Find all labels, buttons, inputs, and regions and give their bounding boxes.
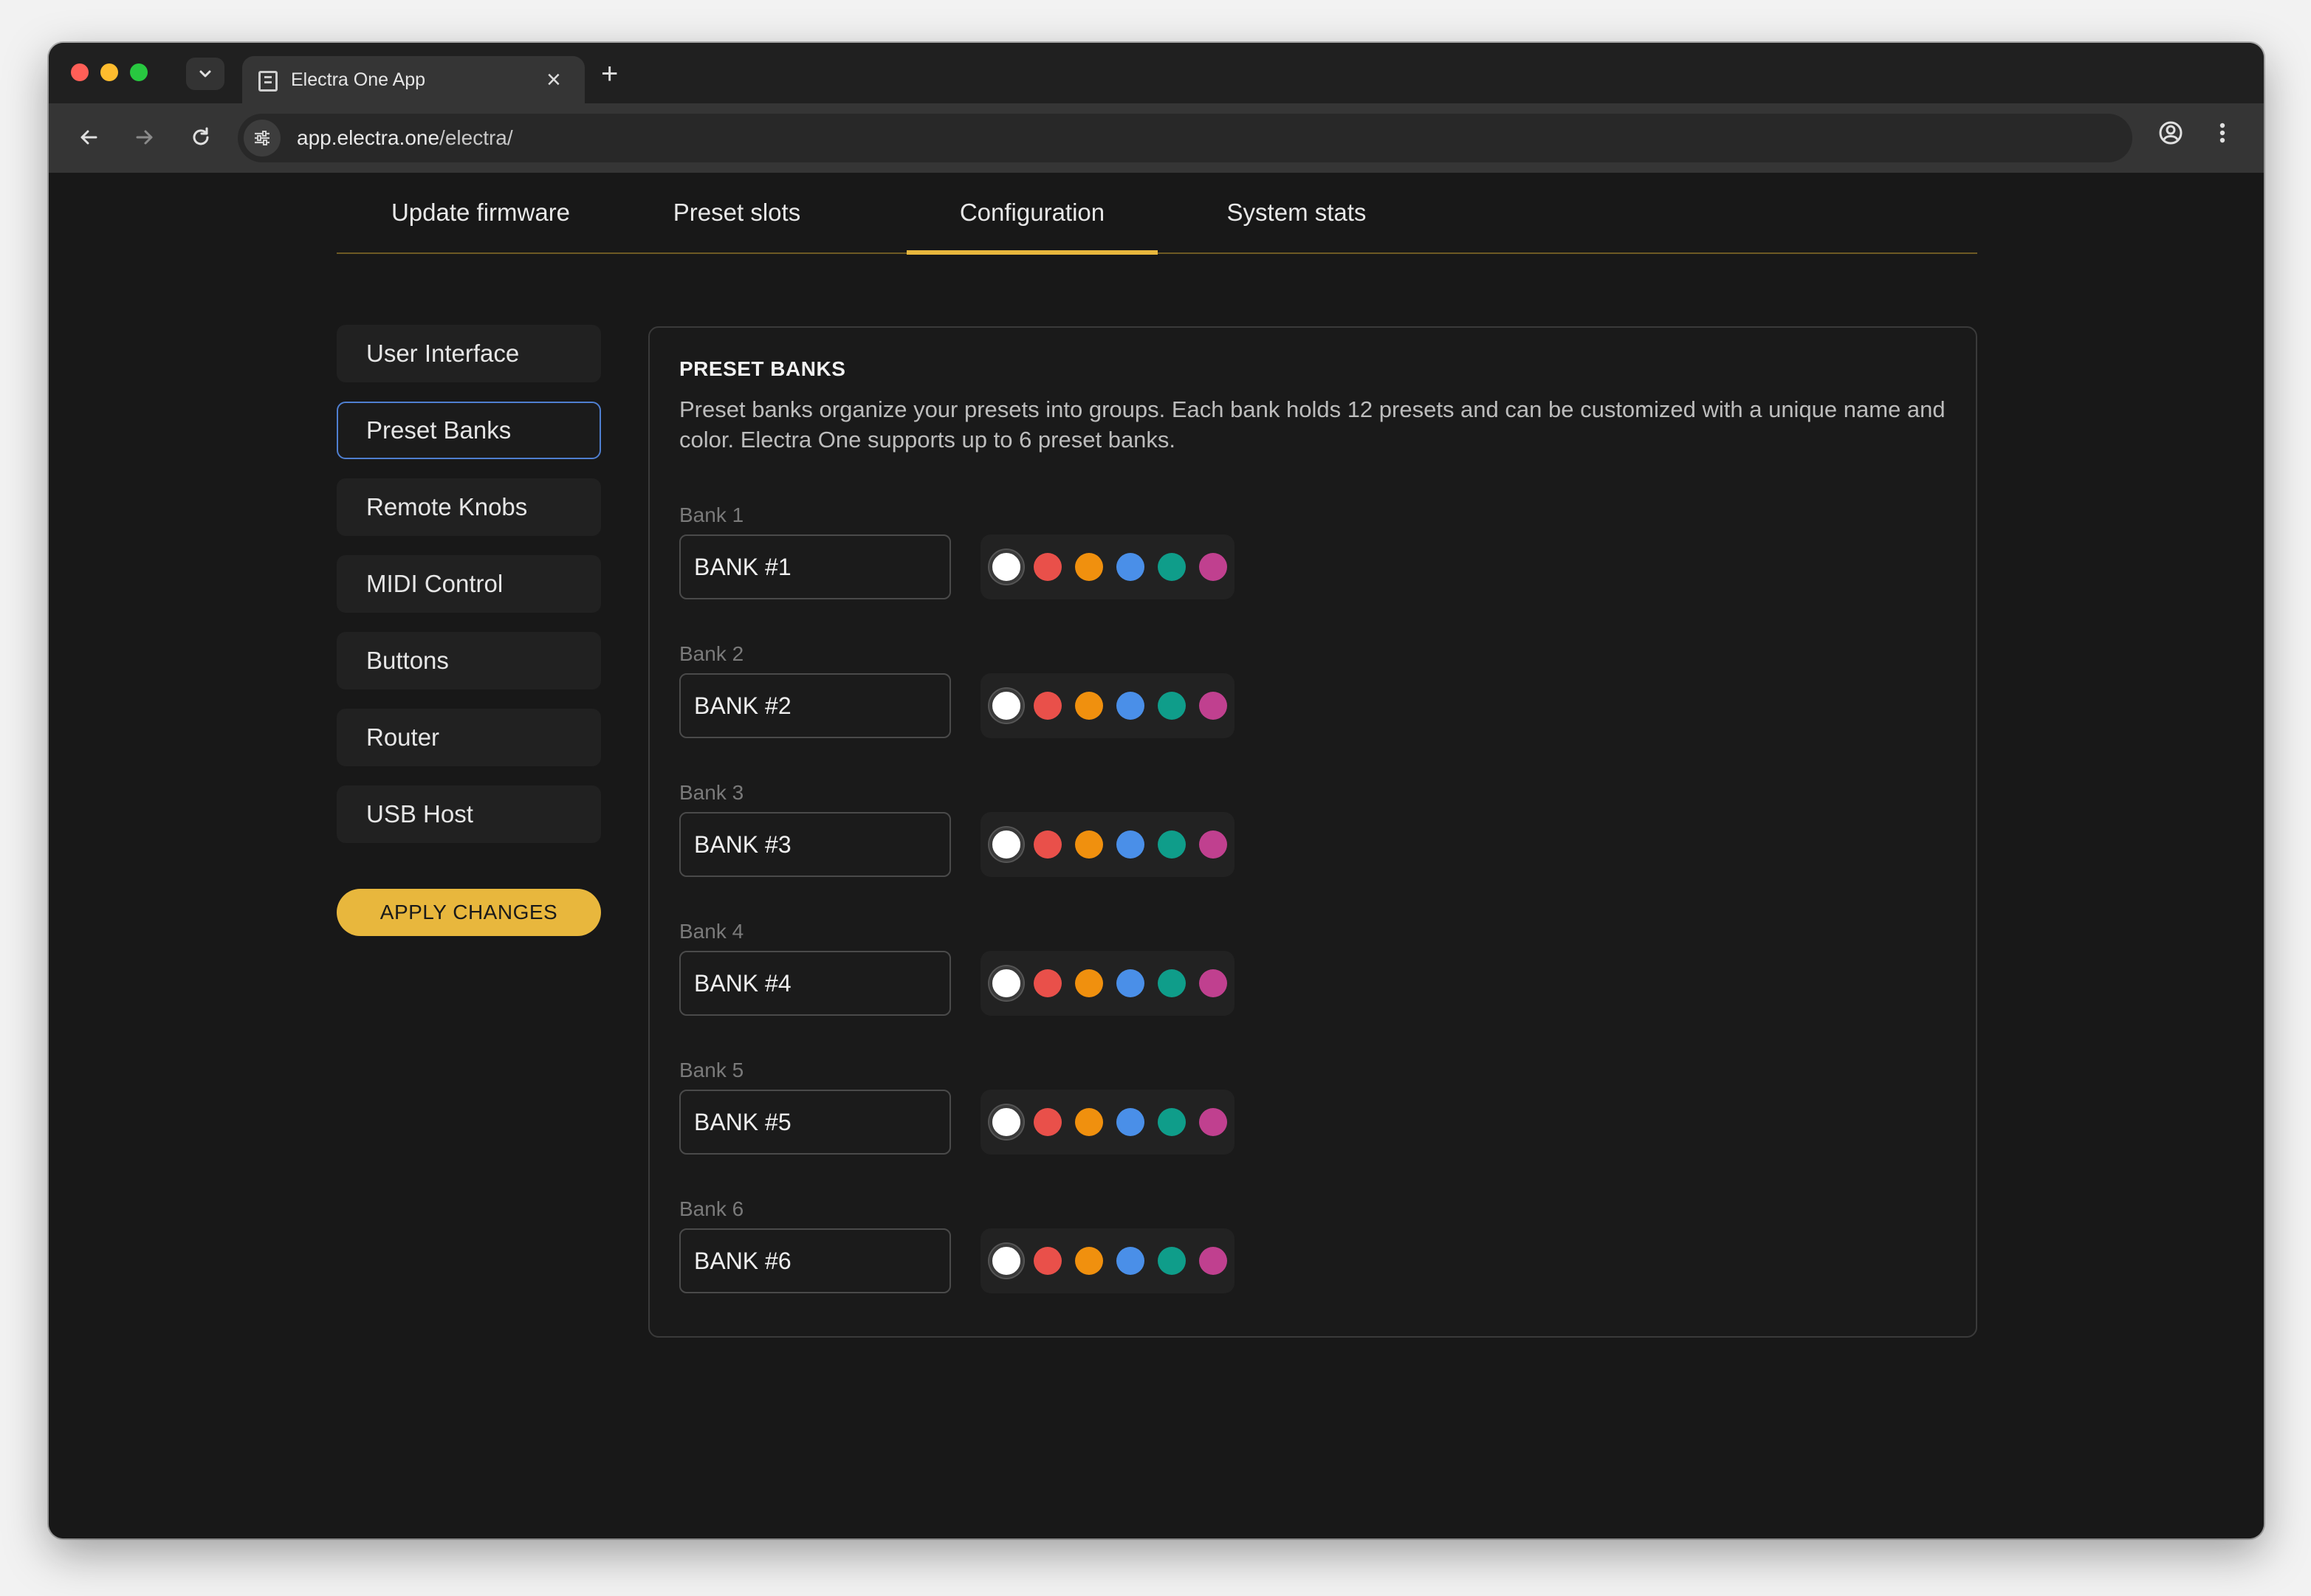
color-swatch[interactable] <box>989 966 1023 1000</box>
url-domain: app.electra.one <box>297 126 440 149</box>
color-picker <box>981 951 1235 1016</box>
browser-toolbar: app.electra.one/electra/ <box>49 103 2264 173</box>
color-swatch[interactable] <box>1116 969 1144 997</box>
color-picker <box>981 673 1235 738</box>
sidebar-item-usb-host[interactable]: USB Host <box>337 785 601 843</box>
reload-icon <box>193 127 209 145</box>
color-swatch[interactable] <box>1075 692 1103 720</box>
bank-name-input[interactable] <box>679 534 951 599</box>
color-picker <box>981 534 1235 599</box>
minimize-window-button[interactable] <box>100 63 118 81</box>
forward-button[interactable] <box>127 120 162 155</box>
color-swatch[interactable] <box>989 550 1023 584</box>
color-swatch[interactable] <box>1034 1247 1062 1275</box>
color-swatch[interactable] <box>1116 830 1144 859</box>
reload-button[interactable] <box>183 120 219 155</box>
color-swatch[interactable] <box>1116 692 1144 720</box>
bank-label: Bank 5 <box>679 1059 744 1081</box>
page-content: Update firmware Preset slots Configurati… <box>49 173 2264 1538</box>
preset-banks-panel: PRESET BANKS Preset banks organize your … <box>648 326 1977 1338</box>
color-swatch[interactable] <box>1116 1108 1144 1136</box>
color-swatch[interactable] <box>1075 969 1103 997</box>
panel-title: PRESET BANKS <box>679 357 846 380</box>
tab-system-stats[interactable]: System stats <box>1186 173 1407 252</box>
profile-icon[interactable] <box>2157 120 2184 146</box>
browser-tab[interactable]: Electra One App × <box>242 56 585 103</box>
panel-description: Preset banks organize your presets into … <box>679 396 1946 453</box>
bank-name-input[interactable] <box>679 1090 951 1155</box>
close-window-button[interactable] <box>71 63 89 81</box>
sidebar-item-preset-banks[interactable]: Preset Banks <box>337 402 601 459</box>
site-settings-button[interactable] <box>244 120 281 156</box>
maximize-window-button[interactable] <box>130 63 148 81</box>
color-swatch[interactable] <box>989 828 1023 861</box>
color-swatch[interactable] <box>1158 969 1186 997</box>
color-swatch[interactable] <box>989 1244 1023 1278</box>
arrow-left-icon <box>80 130 97 145</box>
color-swatch[interactable] <box>1158 1108 1186 1136</box>
color-swatch[interactable] <box>1199 969 1227 997</box>
color-swatch[interactable] <box>989 1105 1023 1139</box>
bank-name-input[interactable] <box>679 812 951 877</box>
url-path: /electra/ <box>439 126 513 149</box>
bank-label: Bank 1 <box>679 503 744 526</box>
main-tabs: Update firmware Preset slots Configurati… <box>337 173 1977 255</box>
apply-changes-button[interactable]: APPLY CHANGES <box>337 889 601 936</box>
tab-close-icon[interactable]: × <box>546 65 561 94</box>
color-swatch[interactable] <box>1199 553 1227 581</box>
color-swatch[interactable] <box>1116 1247 1144 1275</box>
color-swatch[interactable] <box>1158 830 1186 859</box>
back-button[interactable] <box>71 120 106 155</box>
bank-name-input[interactable] <box>679 673 951 738</box>
color-swatch[interactable] <box>1034 830 1062 859</box>
color-swatch[interactable] <box>1075 830 1103 859</box>
sidebar-item-midi-control[interactable]: MIDI Control <box>337 555 601 613</box>
arrow-right-icon <box>136 130 153 145</box>
color-swatch[interactable] <box>1075 1108 1103 1136</box>
bank-name-input[interactable] <box>679 951 951 1016</box>
bank-label: Bank 2 <box>679 642 744 665</box>
color-swatch[interactable] <box>1199 1247 1227 1275</box>
color-swatch[interactable] <box>1158 1247 1186 1275</box>
new-tab-button[interactable]: + <box>601 58 618 90</box>
bank-name-input[interactable] <box>679 1228 951 1293</box>
color-swatch[interactable] <box>1199 830 1227 859</box>
tune-icon <box>255 131 269 145</box>
bank-label: Bank 6 <box>679 1197 744 1220</box>
color-swatch[interactable] <box>1075 553 1103 581</box>
color-picker <box>981 812 1235 877</box>
browser-window: Electra One App × + app.electra.one/elec… <box>49 43 2264 1538</box>
tab-preset-slots[interactable]: Preset slots <box>625 173 849 252</box>
color-swatch[interactable] <box>1158 692 1186 720</box>
color-swatch[interactable] <box>1075 1247 1103 1275</box>
sidebar-item-remote-knobs[interactable]: Remote Knobs <box>337 478 601 536</box>
color-picker <box>981 1090 1235 1155</box>
bank-label: Bank 3 <box>679 781 744 804</box>
color-picker <box>981 1228 1235 1293</box>
color-swatch[interactable] <box>1034 692 1062 720</box>
tab-update-firmware[interactable]: Update firmware <box>337 173 625 252</box>
bank-label: Bank 4 <box>679 920 744 943</box>
color-swatch[interactable] <box>1116 553 1144 581</box>
tab-strip: Electra One App × + <box>49 43 2264 103</box>
color-swatch[interactable] <box>1199 692 1227 720</box>
tab-search-button[interactable] <box>186 58 224 90</box>
color-swatch[interactable] <box>1034 553 1062 581</box>
color-swatch[interactable] <box>1199 1108 1227 1136</box>
sidebar-item-user-interface[interactable]: User Interface <box>337 325 601 382</box>
color-swatch[interactable] <box>1034 1108 1062 1136</box>
color-swatch[interactable] <box>1034 969 1062 997</box>
address-bar[interactable]: app.electra.one/electra/ <box>238 114 2132 162</box>
chevron-down-icon <box>199 70 211 78</box>
sidebar-item-router[interactable]: Router <box>337 709 601 766</box>
kebab-menu-icon[interactable] <box>2216 120 2228 146</box>
color-swatch[interactable] <box>989 689 1023 723</box>
color-swatch[interactable] <box>1158 553 1186 581</box>
sidebar-item-buttons[interactable]: Buttons <box>337 632 601 689</box>
url-text[interactable]: app.electra.one/electra/ <box>297 126 513 150</box>
tab-configuration[interactable]: Configuration <box>907 173 1158 255</box>
electra-favicon-icon <box>258 71 278 92</box>
tab-title: Electra One App <box>291 69 426 90</box>
